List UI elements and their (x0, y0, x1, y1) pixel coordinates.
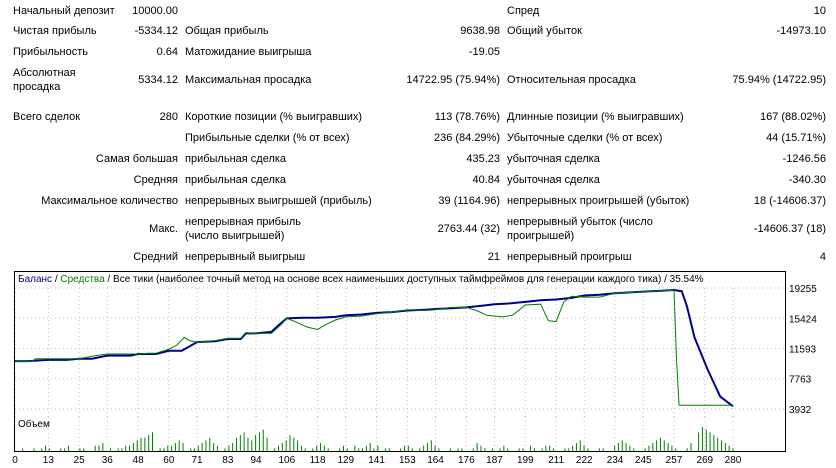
x-tick-label: 25 (74, 455, 86, 466)
y-tick-label: 11593 (789, 345, 817, 356)
test-report-stats: Начальный депозит 10000.00 Спред 10 Чист… (0, 0, 836, 268)
profit-factor-value: 0.64 (156, 46, 178, 58)
x-tick-label: 257 (666, 455, 683, 466)
x-tick-label: 60 (163, 455, 175, 466)
profit-trades-value: 236 (84.29%) (433, 132, 500, 144)
x-tick-label: 187 (486, 455, 503, 466)
loss-trades-value: 44 (15.71%) (766, 132, 826, 144)
legend-equity: Средства (60, 274, 105, 285)
gross-loss-label: Общий убыток (507, 25, 582, 37)
profit-factor-label: Прибыльность (13, 46, 88, 58)
max-consec-profit-value: 2763.44 (32) (437, 223, 500, 235)
largest-profit-value: 435.23 (466, 153, 500, 165)
x-tick-label: 118 (310, 455, 326, 466)
max-consec-loss-value: -14606.37 (18) (753, 223, 826, 235)
long-positions-value: 167 (88.02%) (759, 111, 826, 123)
volume-panel: Объем (14, 417, 786, 452)
net-profit-label: Чистая прибыль (13, 25, 97, 37)
x-tick-label: 199 (517, 455, 534, 466)
legend-balance: Баланс (18, 274, 53, 285)
max-count-label: Максимальное количество (41, 195, 178, 207)
gross-profit-label: Общая прибыль (185, 25, 269, 37)
max-label: Макс. (149, 223, 178, 235)
avg-consec-losses-value: 4 (819, 251, 826, 263)
largest-loss-label: убыточная сделка (507, 153, 600, 165)
rel-drawdown-value: 75.94% (14722.95) (732, 74, 826, 86)
x-tick-label: 211 (548, 455, 564, 466)
chart-legend: Баланс / Средства / Все тики (наиболее т… (18, 274, 704, 285)
average-loss-label: убыточная сделка (507, 174, 600, 186)
balance-series-line (15, 288, 734, 408)
y-tick-label: 3932 (789, 405, 812, 416)
largest-profit-label: прибыльная сделка (185, 153, 287, 165)
volume-label: Объем (18, 419, 50, 430)
balance-plot (14, 287, 785, 417)
max-consec-losses-value: 18 (-14606.37) (753, 195, 826, 207)
average-profit-label: прибыльная сделка (185, 174, 287, 186)
y-tick-label: 19255 (789, 284, 817, 295)
x-tick-label: 245 (635, 455, 652, 466)
total-trades-label: Всего сделок (13, 111, 81, 123)
equity-series-line (15, 289, 733, 406)
average-label: Средняя (133, 174, 178, 186)
x-tick-label: 0 (12, 455, 18, 466)
spread-value: 10 (813, 5, 826, 17)
x-tick-label: 222 (576, 455, 593, 466)
x-tick-label: 129 (337, 455, 354, 466)
x-tick-label: 153 (399, 455, 416, 466)
x-tick-label: 269 (696, 455, 713, 466)
average-loss-value: -340.30 (788, 174, 826, 186)
legend-test-info: / Все тики (наиболее точный метод на осн… (104, 274, 704, 285)
max-drawdown-value: 14722.95 (75.94%) (406, 74, 500, 86)
initial-deposit-value: 10000.00 (132, 5, 178, 17)
largest-label: Самая большая (95, 153, 178, 165)
avg-consec-losses-label: непрерывный проигрыш (507, 251, 632, 263)
x-tick-label: 94 (250, 455, 262, 466)
loss-trades-label: Убыточные сделки (% от всех) (507, 132, 663, 144)
x-tick-label: 48 (133, 455, 145, 466)
x-tick-label: 13 (43, 455, 55, 466)
volume-plot (14, 417, 734, 451)
rel-drawdown-label: Относительная просадка (507, 74, 636, 86)
initial-deposit-label: Начальный депозит (13, 5, 115, 17)
x-tick-label: 71 (192, 455, 204, 466)
largest-loss-value: -1246.56 (782, 153, 826, 165)
x-tick-label: 106 (278, 455, 295, 466)
profit-trades-label: Прибыльные сделки (% от всех) (185, 132, 350, 144)
average-profit-value: 40.84 (472, 174, 500, 186)
max-consec-loss-label: непрерывный убыток (число проигрышей) (507, 216, 653, 242)
max-consec-profit-label: непрерывная прибыль (число выигрышей) (185, 216, 302, 242)
max-consec-wins-value: 39 (1164.96) (438, 195, 500, 207)
y-tick-label: 15424 (789, 314, 817, 325)
max-drawdown-label: Максимальная просадка (185, 74, 312, 86)
balance-chart: Баланс / Средства / Все тики (наиболее т… (14, 271, 786, 418)
max-consec-wins-label: непрерывных выигрышей (прибыль) (185, 195, 372, 207)
abs-drawdown-label: Абсолютная просадка (13, 67, 76, 93)
x-tick-label: 280 (725, 455, 742, 466)
short-positions-value: 113 (78.76%) (434, 111, 500, 123)
short-positions-label: Короткие позиции (% выигравших) (185, 111, 363, 123)
expected-payoff-label: Матожидание выигрыша (185, 46, 312, 58)
x-tick-label: 83 (222, 455, 234, 466)
x-tick-label: 36 (102, 455, 114, 466)
abs-drawdown-value: 5334.12 (138, 74, 178, 86)
spread-label: Спред (507, 5, 540, 17)
gross-loss-value: -14973.10 (776, 25, 826, 37)
avg-label: Средний (133, 251, 178, 263)
y-tick-label: 7763 (789, 375, 812, 386)
expected-payoff-value: -19.05 (468, 46, 500, 58)
total-trades-value: 280 (159, 111, 178, 123)
avg-consec-wins-label: непрерывный выигрыш (185, 251, 306, 263)
x-tick-label: 141 (368, 455, 385, 466)
gross-profit-value: 9638.98 (460, 25, 500, 37)
x-tick-label: 234 (607, 455, 624, 466)
long-positions-label: Длинные позиции (% выигравших) (507, 111, 684, 123)
avg-consec-wins-value: 21 (487, 251, 500, 263)
x-tick-label: 164 (427, 455, 444, 466)
max-consec-losses-label: непрерывных проигрышей (убыток) (507, 195, 690, 207)
x-tick-label: 176 (458, 455, 475, 466)
net-profit-value: -5334.12 (134, 25, 178, 37)
